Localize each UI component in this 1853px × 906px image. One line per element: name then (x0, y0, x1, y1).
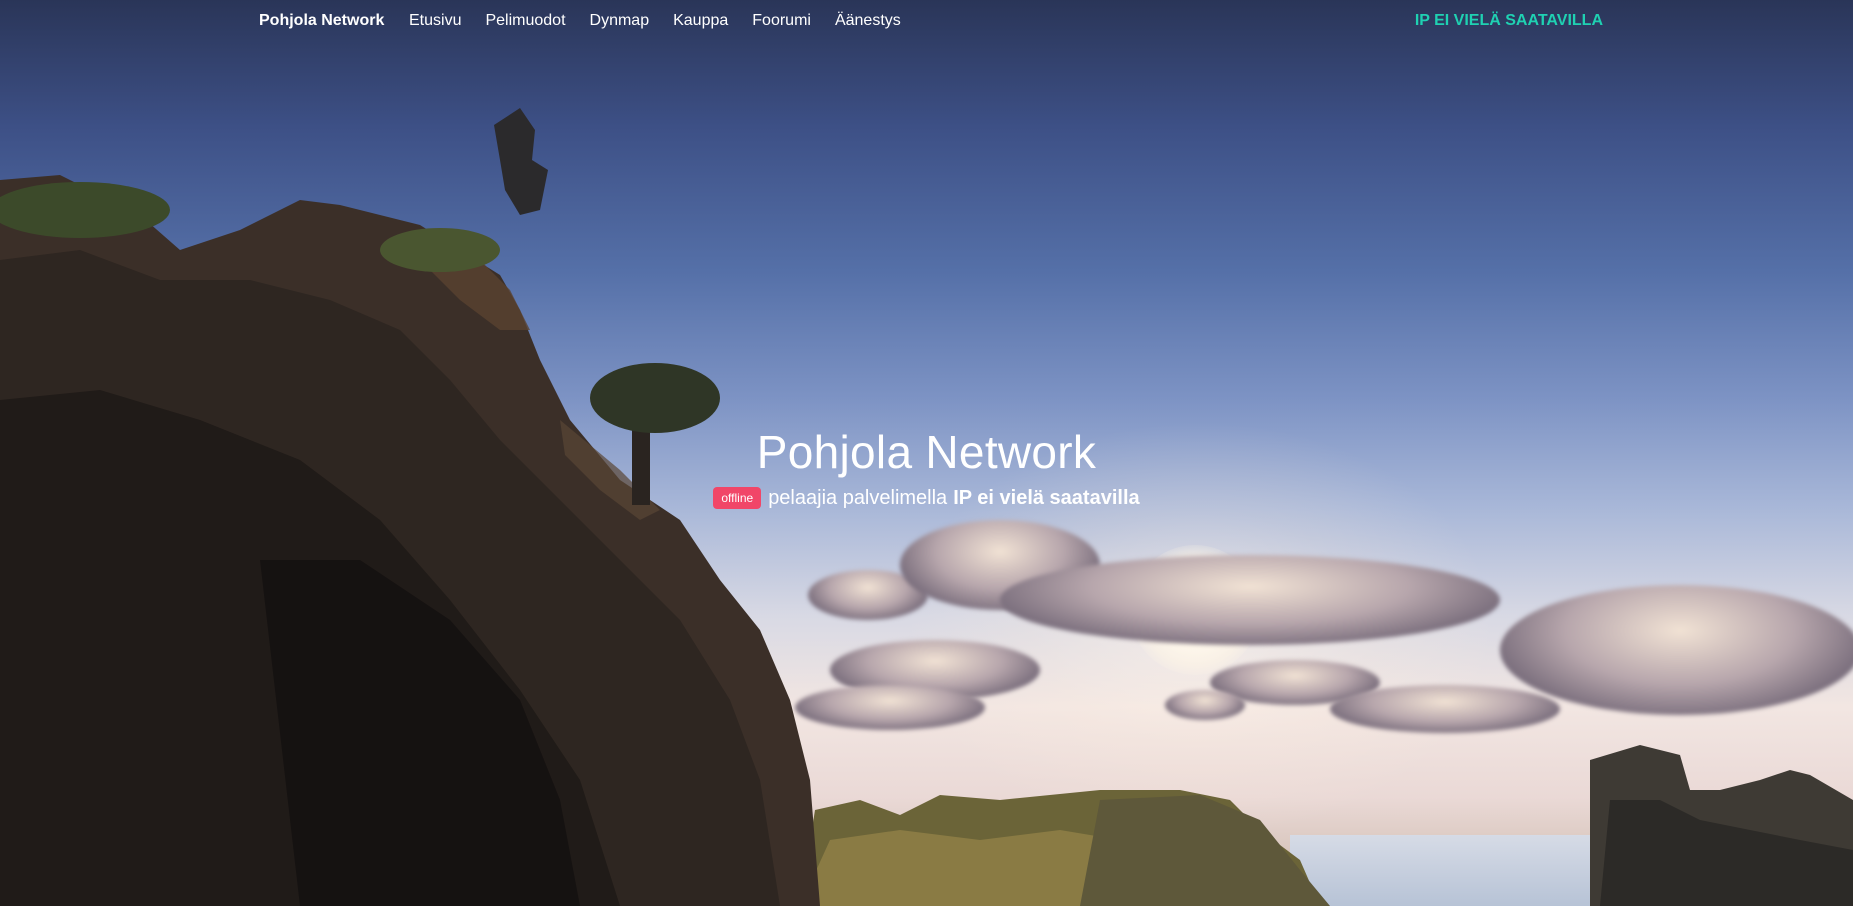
nav-link-etusivu[interactable]: Etusivu (409, 12, 461, 30)
nav-link-dynmap[interactable]: Dynmap (590, 12, 650, 30)
players-text: pelaajia palvelimella (768, 487, 948, 509)
status-badge: offline (713, 487, 762, 509)
server-ip-text: IP ei vielä saatavilla (953, 487, 1140, 509)
server-ip-link[interactable]: IP EI VIELÄ SAATAVILLA (1415, 12, 1603, 30)
nav-link-kauppa[interactable]: Kauppa (673, 12, 728, 30)
brand-link[interactable]: Pohjola Network (259, 12, 384, 30)
nav-link-aanestys[interactable]: Äänestys (835, 12, 901, 30)
hero-content: Pohjola Network offline pelaajia palveli… (0, 420, 1853, 512)
nav-link-pelimuodot[interactable]: Pelimuodot (485, 12, 565, 30)
hero-title: Pohjola Network (756, 426, 1097, 478)
nav-link-foorumi[interactable]: Foorumi (752, 12, 811, 30)
nav-links: Etusivu Pelimuodot Dynmap Kauppa Foorumi… (409, 12, 925, 30)
hero-section: Pohjola Network Etusivu Pelimuodot Dynma… (0, 0, 1853, 906)
server-status-line: offline pelaajia palvelimella IP ei viel… (713, 484, 1140, 512)
navbar: Pohjola Network Etusivu Pelimuodot Dynma… (0, 0, 1853, 44)
